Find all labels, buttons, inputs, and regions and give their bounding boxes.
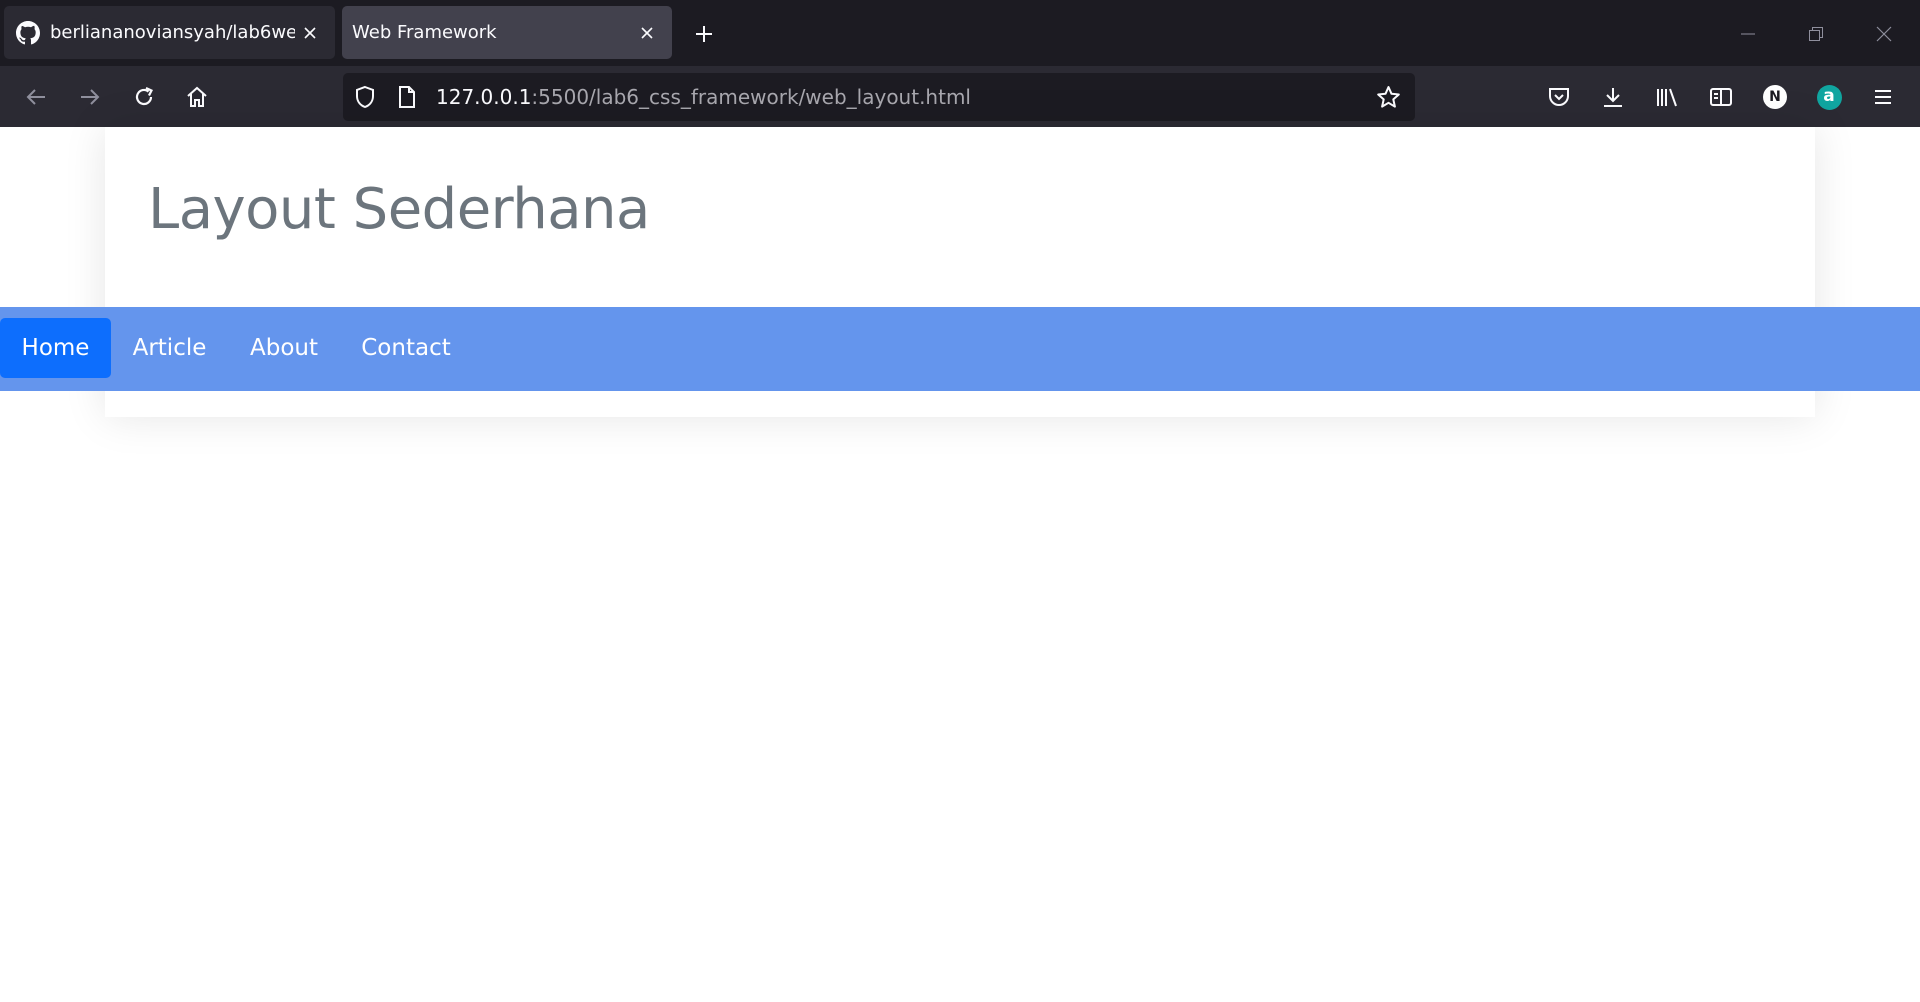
new-tab-plus-icon[interactable] (688, 18, 720, 50)
downloads-icon[interactable] (1594, 78, 1632, 116)
nav-contact-link[interactable]: Contact (347, 318, 465, 378)
nav-article-link[interactable]: Article (118, 318, 221, 378)
back-arrow-icon[interactable] (17, 78, 55, 116)
bookmark-star-icon[interactable] (1376, 85, 1401, 113)
extension-a-icon[interactable]: a (1810, 78, 1848, 116)
notion-extension-icon[interactable]: N (1756, 78, 1794, 116)
close-tab-icon[interactable] (632, 18, 662, 48)
close-tab-icon[interactable] (295, 18, 325, 48)
forward-arrow-icon[interactable] (71, 78, 109, 116)
tab-title: Web Framework (352, 22, 497, 43)
url-path: :5500/lab6_css_framework/web_layout.html (531, 85, 971, 109)
tab-github[interactable]: berliananoviansyah/lab6web (4, 6, 335, 59)
navigation-toolbar: 127.0.0.1:5500/lab6_css_framework/web_la… (0, 66, 1920, 127)
shield-icon[interactable] (354, 85, 376, 113)
page-title: Layout Sederhana (148, 177, 650, 242)
tab-title: berliananoviansyah/lab6web (50, 22, 295, 43)
url-text[interactable]: 127.0.0.1:5500/lab6_css_framework/web_la… (436, 73, 971, 121)
library-icon[interactable] (1648, 78, 1686, 116)
menu-hamburger-icon[interactable] (1864, 78, 1902, 116)
page-info-icon[interactable] (398, 85, 416, 113)
address-bar[interactable]: 127.0.0.1:5500/lab6_css_framework/web_la… (343, 73, 1415, 121)
url-host: 127.0.0.1 (436, 85, 532, 109)
web-page: Layout Sederhana Home Article About Cont… (0, 127, 1920, 1002)
close-window-icon[interactable] (1868, 18, 1900, 50)
reload-icon[interactable] (125, 78, 163, 116)
home-icon[interactable] (178, 78, 216, 116)
restore-icon[interactable] (1800, 18, 1832, 50)
pocket-icon[interactable] (1540, 78, 1578, 116)
tab-web-framework[interactable]: Web Framework (342, 6, 672, 59)
nav-home-link[interactable]: Home (0, 318, 111, 378)
tab-strip: berliananoviansyah/lab6web Web Framework (0, 0, 1920, 66)
github-icon (16, 20, 40, 45)
navbar: Home Article About Contact (0, 307, 1920, 391)
sidebar-icon[interactable] (1702, 78, 1740, 116)
nav-about-link[interactable]: About (228, 318, 340, 378)
minimize-icon[interactable] (1732, 18, 1764, 50)
